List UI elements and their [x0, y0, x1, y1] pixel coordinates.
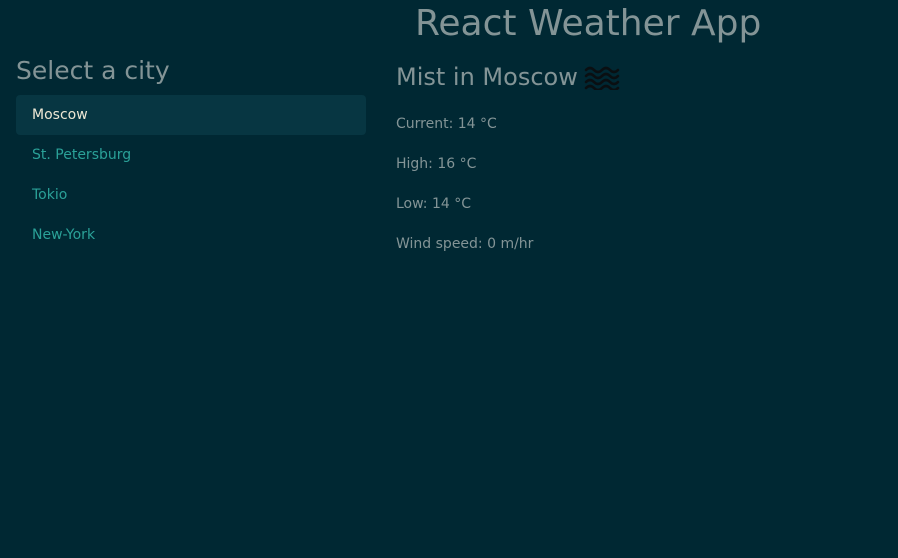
weather-heading: Mist in Moscow [396, 60, 876, 94]
weather-app: React Weather App Select a city Moscow S… [0, 0, 898, 558]
weather-stats: Current: 14 °C High: 16 °C Low: 14 °C Wi… [396, 104, 876, 264]
city-item-new-york[interactable]: New-York [16, 215, 366, 255]
city-sidebar: Select a city Moscow St. Petersburg Toki… [16, 55, 366, 255]
app-title: React Weather App [415, 3, 762, 44]
city-item-moscow[interactable]: Moscow [16, 95, 366, 135]
city-item-tokio[interactable]: Tokio [16, 175, 366, 215]
city-item-st-petersburg[interactable]: St. Petersburg [16, 135, 366, 175]
wind-speed: Wind speed: 0 m/hr [396, 236, 534, 252]
current-temp: Current: 14 °C [396, 116, 497, 132]
high-temp: High: 16 °C [396, 156, 477, 172]
weather-heading-text: Mist in Moscow [396, 63, 578, 91]
weather-panel: Mist in Moscow Current: 14 °C High: 16 °… [396, 60, 876, 264]
low-temp: Low: 14 °C [396, 196, 472, 212]
mist-icon [584, 64, 620, 92]
city-list: Moscow St. Petersburg Tokio New-York [16, 95, 366, 255]
sidebar-heading: Select a city [16, 56, 170, 85]
